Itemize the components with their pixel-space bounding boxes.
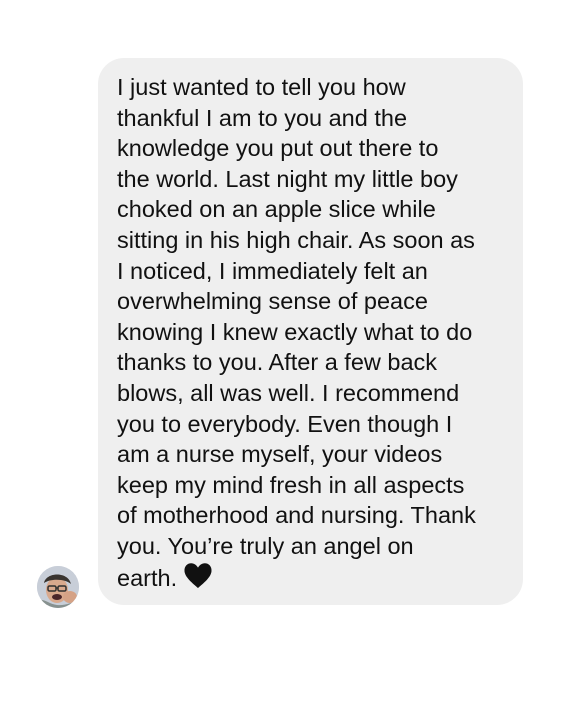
received-message-bubble[interactable]: I just wanted to tell you how thankful I… bbox=[98, 58, 523, 605]
sender-avatar[interactable] bbox=[37, 566, 79, 608]
message-body: I just wanted to tell you how thankful I… bbox=[117, 74, 476, 591]
message-text: I just wanted to tell you how thankful I… bbox=[117, 72, 513, 593]
direct-message-thread: I just wanted to tell you how thankful I… bbox=[0, 0, 578, 712]
black-heart-icon bbox=[183, 562, 213, 589]
